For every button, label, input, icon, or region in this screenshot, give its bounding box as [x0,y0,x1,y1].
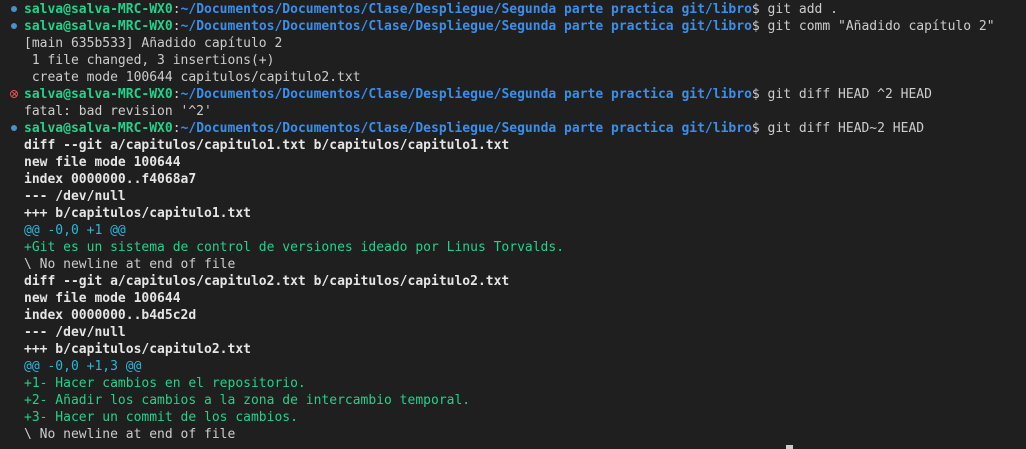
diff-added-line: +1- Hacer cambios en el repositorio. [24,376,306,391]
terminal-panel[interactable]: salva@salva-MRC-WX0:~/Documentos/Documen… [0,0,1026,449]
diff-hunk-header: @@ -0,0 +1 @@ [24,223,126,238]
commit-summary-line: [main 635b533] Añadido capítulo 2 [24,36,283,51]
prompt-path: ~/Documentos/Documentos/Clase/Despliegue… [180,87,752,102]
diff-mode-line: new file mode 100644 [24,291,181,306]
diff-index-line: index 0000000..f4068a7 [24,172,197,187]
command-success-icon[interactable] [10,22,18,30]
prompt-colon: : [172,121,181,136]
diff-no-newline-line: \ No newline at end of file [24,257,236,272]
command-text: git add . [759,2,839,17]
commit-stats-line: 1 file changed, 3 insertions(+) [24,53,275,68]
prompt-symbol: $ [751,19,760,34]
prompt-line-2: salva@salva-MRC-WX0:~/Documentos/Documen… [24,18,995,35]
diff-new-file-line: +++ b/capitulos/capitulo1.txt [24,206,251,221]
prompt-line-3: salva@salva-MRC-WX0:~/Documentos/Documen… [24,86,932,103]
prompt-symbol: $ [751,121,760,136]
diff-old-file-line: --- /dev/null [24,325,126,340]
command-text: git comm "Añadido capítulo 2" [759,19,995,34]
prompt-path: ~/Documentos/Documentos/Clase/Despliegue… [180,19,752,34]
prompt-colon: : [172,2,181,17]
commit-create-line: create mode 100644 capitulos/capitulo2.t… [24,70,361,85]
command-success-icon[interactable] [10,124,18,132]
diff-added-line: +2- Añadir los cambios a la zona de inte… [24,393,471,408]
prompt-symbol: $ [751,2,760,17]
prompt-colon: : [172,19,181,34]
diff-new-file-line: +++ b/capitulos/capitulo2.txt [24,342,251,357]
prompt-colon: : [172,87,181,102]
prompt-line-1: salva@salva-MRC-WX0:~/Documentos/Documen… [24,1,838,18]
diff-old-file-line: --- /dev/null [24,189,126,204]
command-success-icon[interactable] [10,5,18,13]
diff-mode-line: new file mode 100644 [24,155,181,170]
terminal-cursor [786,445,793,449]
diff-added-line: +Git es un sistema de control de version… [24,240,565,255]
prompt-path: ~/Documentos/Documentos/Clase/Despliegue… [180,2,752,17]
fatal-error-line: fatal: bad revision '^2' [24,104,212,119]
command-text: git diff HEAD ^2 HEAD [759,87,932,102]
prompt-user-host: salva@salva-MRC-WX0 [24,2,173,17]
command-error-icon[interactable] [10,90,18,98]
command-text: git diff HEAD~2 HEAD [759,121,925,136]
diff-hunk-header: @@ -0,0 +1,3 @@ [24,359,142,374]
diff-header-line: diff --git a/capitulos/capitulo2.txt b/c… [24,274,510,289]
prompt-user-host: salva@salva-MRC-WX0 [24,19,173,34]
prompt-path: ~/Documentos/Documentos/Clase/Despliegue… [180,121,752,136]
prompt-user-host: salva@salva-MRC-WX0 [24,87,173,102]
prompt-symbol: $ [751,87,760,102]
prompt-line-4: salva@salva-MRC-WX0:~/Documentos/Documen… [24,120,924,137]
diff-header-line: diff --git a/capitulos/capitulo1.txt b/c… [24,138,510,153]
diff-index-line: index 0000000..b4d5c2d [24,308,197,323]
diff-no-newline-line: \ No newline at end of file [24,427,236,442]
diff-added-line: +3- Hacer un commit de los cambios. [24,410,298,425]
prompt-user-host: salva@salva-MRC-WX0 [24,121,173,136]
